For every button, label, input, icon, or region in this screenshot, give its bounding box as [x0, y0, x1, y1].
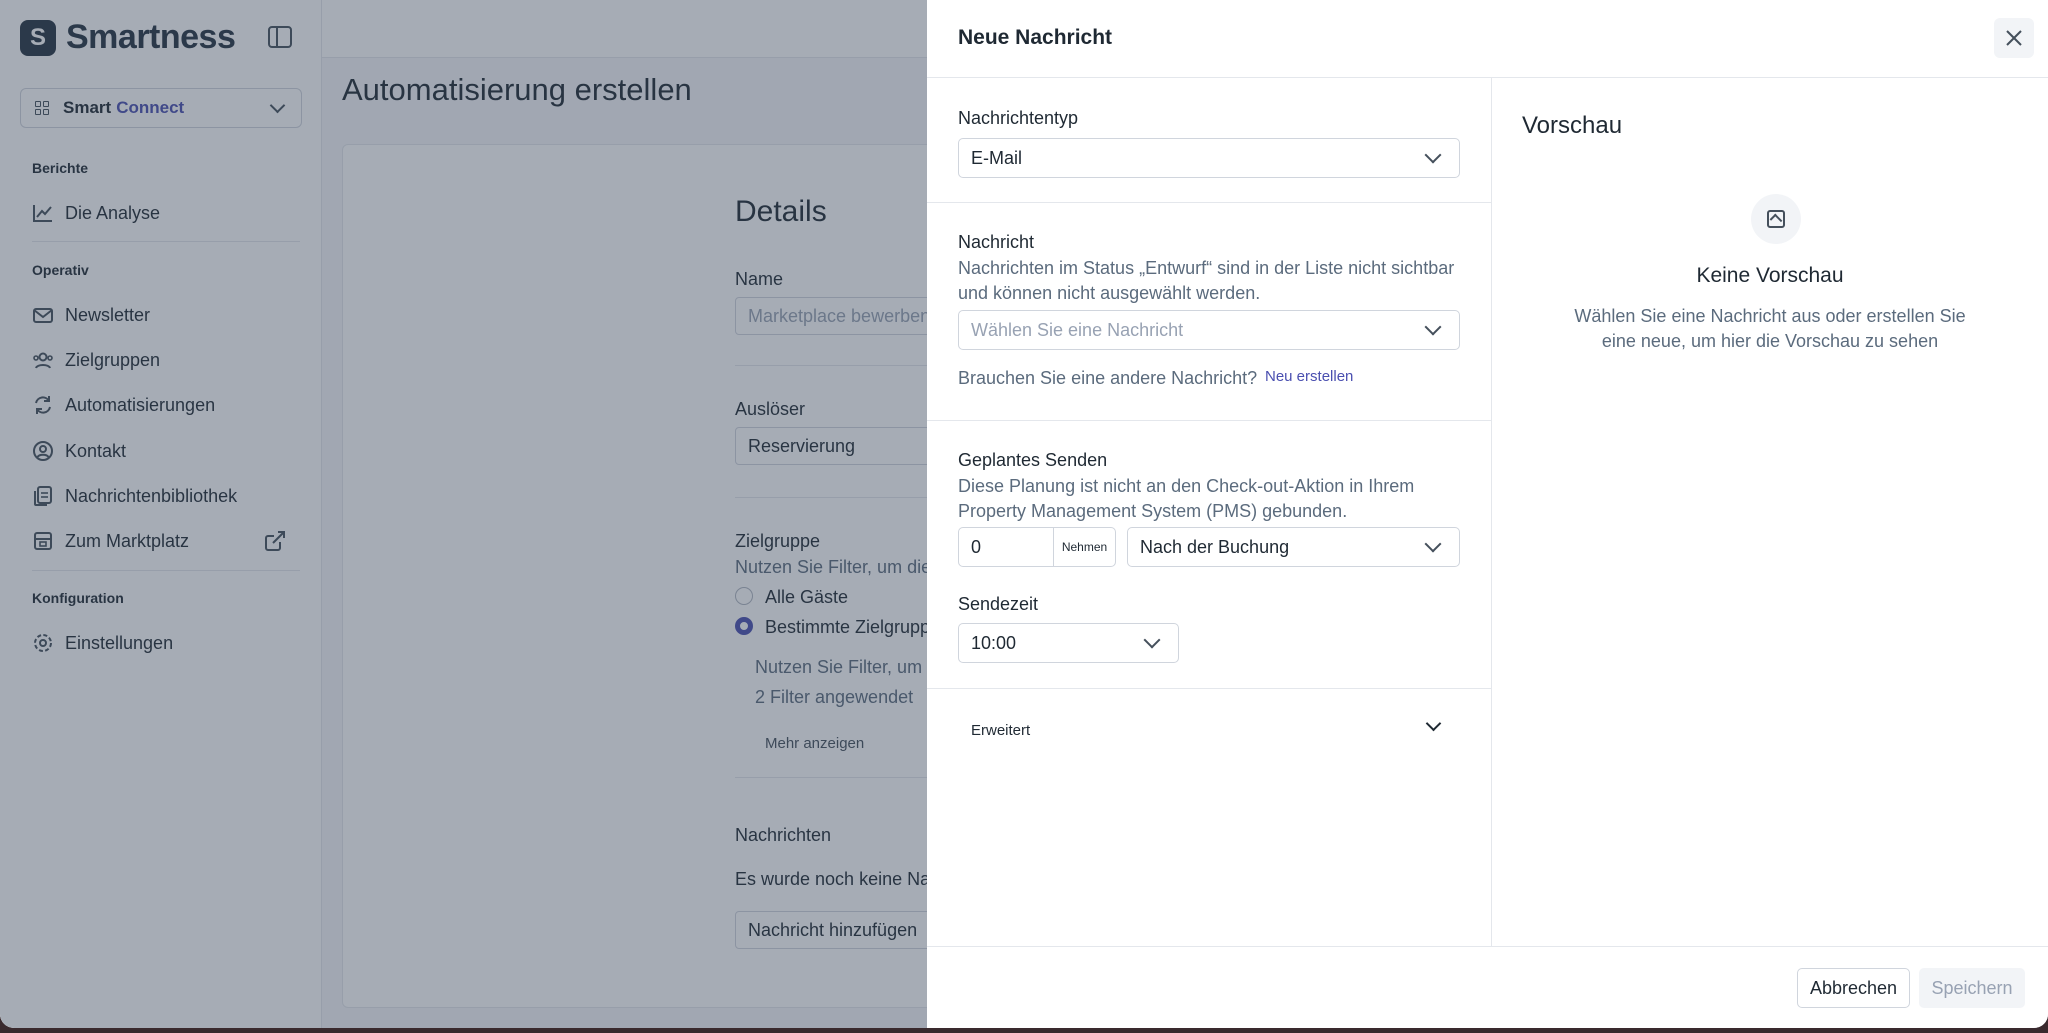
- send-time-select[interactable]: 10:00: [958, 623, 1179, 663]
- message-label: Nachricht: [958, 232, 1035, 252]
- section-divider: [927, 688, 1492, 689]
- section-divider: [927, 202, 1492, 203]
- message-type-label: Nachrichtentyp: [958, 108, 1079, 128]
- offset-unit-addon: Nehmen: [1053, 527, 1116, 567]
- no-preview-title: Keine Vorschau: [1696, 264, 1844, 287]
- create-new-link[interactable]: Neu erstellen: [1265, 368, 1353, 385]
- message-form: Nachrichtentyp E-Mail Nachricht Nachrich…: [927, 78, 1492, 946]
- relative-to-select[interactable]: Nach der Buchung: [1127, 527, 1460, 567]
- preview-panel: Vorschau Keine Vorschau Wählen Sie eine …: [1492, 78, 2048, 946]
- message-type-value: E-Mail: [971, 148, 1023, 168]
- chevron-down-icon[interactable]: [1425, 715, 1442, 732]
- drawer-footer: Abbrechen Speichern: [927, 946, 2048, 1028]
- offset-input[interactable]: 0: [958, 527, 1054, 567]
- message-select[interactable]: Wählen Sie eine Nachricht: [958, 310, 1460, 350]
- drawer-title: Neue Nachricht: [958, 26, 1113, 49]
- chevron-down-icon: [1143, 631, 1161, 649]
- message-hint: Nachrichten im Status „Entwurf“ sind in …: [958, 258, 1455, 303]
- no-preview-hint: Wählen Sie eine Nachricht aus oder erste…: [1574, 306, 1966, 351]
- cancel-button[interactable]: Abbrechen: [1797, 968, 1910, 1008]
- close-button[interactable]: [1994, 18, 2034, 58]
- chevron-down-icon: [1424, 318, 1442, 336]
- scheduled-label: Geplantes Senden: [958, 450, 1108, 470]
- close-icon: [2006, 30, 2022, 46]
- chevron-down-icon: [1424, 535, 1442, 553]
- save-button[interactable]: Speichern: [1919, 968, 2025, 1008]
- section-divider: [927, 420, 1492, 421]
- scheduled-hint: Diese Planung ist nicht an den Check-out…: [958, 476, 1415, 521]
- relative-to-value: Nach der Buchung: [1140, 537, 1290, 557]
- drawer-header: Neue Nachricht: [927, 0, 2048, 78]
- app-window: S Smartness Smart Connect Berichte Die A…: [0, 0, 2048, 1028]
- new-message-drawer: Neue Nachricht Nachrichtentyp E-Mail Nac…: [927, 0, 2048, 1028]
- send-time-label: Sendezeit: [958, 594, 1039, 614]
- image-icon: [1751, 194, 1801, 244]
- message-type-select[interactable]: E-Mail: [958, 138, 1460, 178]
- message-select-placeholder: Wählen Sie eine Nachricht: [971, 320, 1184, 340]
- chevron-down-icon: [1424, 146, 1442, 164]
- send-time-value: 10:00: [971, 633, 1017, 653]
- preview-title: Vorschau: [1522, 112, 1623, 139]
- need-other-text: Brauchen Sie eine andere Nachricht?: [958, 368, 1258, 388]
- advanced-toggle[interactable]: Erweitert: [971, 722, 1030, 739]
